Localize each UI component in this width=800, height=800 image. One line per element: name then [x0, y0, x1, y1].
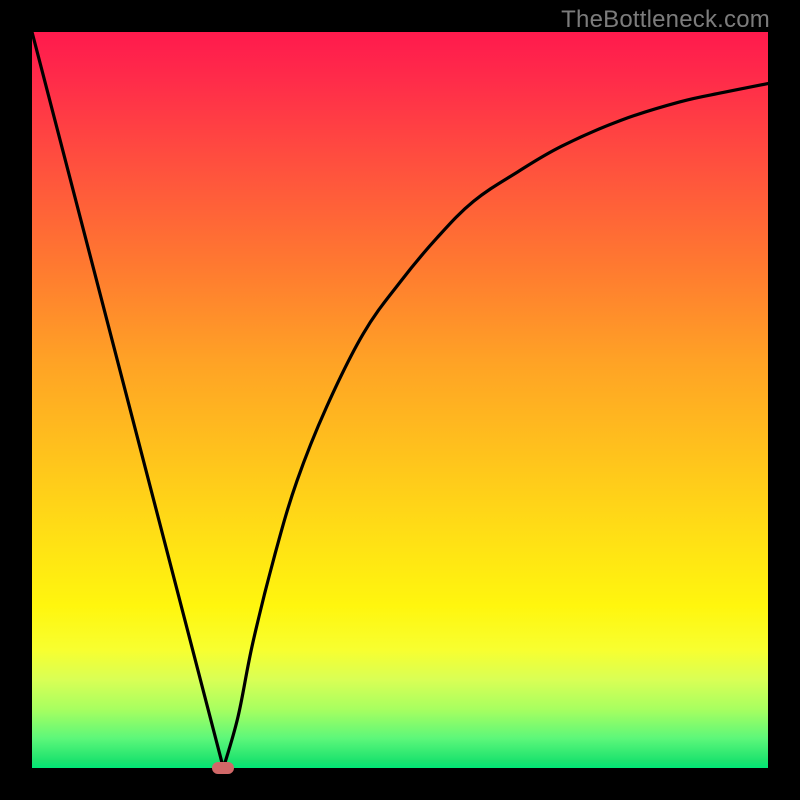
plot-area: [32, 32, 768, 768]
optimum-marker: [212, 762, 234, 774]
chart-frame: TheBottleneck.com: [0, 0, 800, 800]
bottleneck-curve: [32, 32, 768, 768]
watermark-text: TheBottleneck.com: [561, 6, 770, 34]
